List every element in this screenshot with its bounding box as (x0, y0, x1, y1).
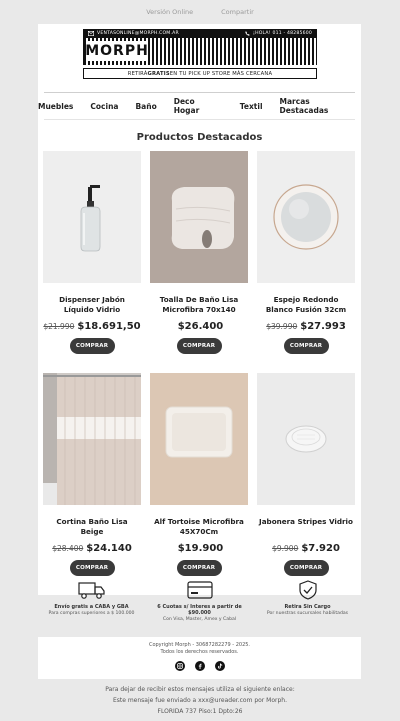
tiktok-icon[interactable] (214, 661, 225, 671)
product-image[interactable] (150, 373, 248, 505)
footer: Copyright Morph - 30687282279 - 2025. To… (38, 637, 361, 679)
facebook-icon[interactable] (194, 661, 205, 671)
contact-phone[interactable]: ¡HOLA! 011 - 48285600 (253, 31, 312, 36)
nav-muebles[interactable]: Muebles (38, 102, 73, 111)
product-image[interactable] (257, 151, 355, 283)
nav-deco-hogar[interactable]: Deco Hogar (174, 97, 223, 115)
product-name[interactable]: Jabonera Stripes Vidrio (259, 517, 353, 537)
benefit-title: Retira Sin Cargo (284, 604, 331, 610)
web-version-link[interactable]: Versión Online (146, 8, 193, 16)
pickup-text-pre: RETIRÁ (127, 70, 148, 77)
soap-dish-icon (285, 425, 327, 453)
product-card: Espejo Redondo Blanco Fusión 32cm $39.99… (257, 151, 355, 373)
product-grid: Dispenser Jabón Líquido Vidrio $21.990 $… (38, 151, 361, 595)
buy-button[interactable]: COMPRAR (69, 338, 115, 354)
logo-stripes: MORPH (83, 38, 317, 65)
contact-email[interactable]: VENTASONLINE@MORPH.COM.AR (97, 31, 179, 36)
product-image[interactable] (43, 151, 141, 283)
product-card: Alf Tortoise Microfibra 45X70Cm $19.900 … (150, 373, 248, 595)
address-line: FLORIDA 737 Piso:1 Dpto:26 (157, 708, 243, 715)
current-price: $24.140 (86, 543, 132, 554)
rights-line: Todos los derechos reservados. (160, 649, 239, 655)
benefit-pickup: Retira Sin Cargo Por nuestras sucursales… (254, 580, 361, 636)
share-link[interactable]: Compartir (221, 8, 254, 16)
divider (44, 119, 355, 120)
benefit-title: 6 Cuotas s/ Interes a partir de $90.000 (157, 604, 242, 616)
phone-icon (245, 31, 250, 36)
mail-icon (88, 31, 94, 36)
header: VENTASONLINE@MORPH.COM.AR ¡HOLA! 011 - 4… (38, 24, 361, 82)
shield-check-icon (298, 580, 317, 600)
product-image[interactable] (43, 373, 141, 505)
unsubscribe-notice: Para dejar de recibir estos mensajes uti… (0, 684, 400, 717)
section-title: Productos Destacados (136, 132, 263, 143)
product-prices: $19.900 (175, 543, 224, 554)
email-body: VENTASONLINE@MORPH.COM.AR ¡HOLA! 011 - 4… (38, 24, 361, 595)
product-prices: $9.900 $7.920 (272, 543, 340, 554)
benefit-subtitle: Para compras superiores a $ 100.000 (48, 611, 135, 616)
pickup-text-post: EN TU PICK UP STORE MÁS CERCANA (169, 70, 273, 77)
towel-icon (171, 187, 235, 249)
benefit-subtitle: Por nuestras sucursales habilitadas (266, 611, 349, 616)
contact-bar: VENTASONLINE@MORPH.COM.AR ¡HOLA! 011 - 4… (83, 29, 317, 38)
product-name[interactable]: Espejo Redondo Blanco Fusión 32cm (259, 295, 353, 315)
nav-marcas-destacadas[interactable]: Marcas Destacadas (280, 97, 361, 115)
nav-bano[interactable]: Baño (135, 102, 156, 111)
shower-curtain-icon (43, 373, 141, 505)
instagram-icon[interactable] (174, 661, 185, 671)
top-links: Versión Online Compartir (0, 0, 400, 24)
mirror-icon (273, 184, 339, 250)
soap-dispenser-icon (80, 185, 101, 252)
product-card: Jabonera Stripes Vidrio $9.900 $7.920 CO… (257, 373, 355, 595)
product-prices: $28.400 $24.140 (52, 543, 132, 554)
old-price: $28.400 (52, 544, 84, 553)
product-prices: $21.990 $18.691,50 (43, 321, 140, 332)
pickup-banner[interactable]: RETIRÁ GRATIS EN TU PICK UP STORE MÁS CE… (83, 68, 317, 79)
benefit-shipping: Envío gratis a CABA y GBA Para compras s… (38, 580, 145, 636)
buy-button[interactable]: COMPRAR (283, 338, 329, 354)
copyright: Copyright Morph - 30687282279 - 2025. To… (38, 642, 361, 656)
brand-banner[interactable]: VENTASONLINE@MORPH.COM.AR ¡HOLA! 011 - 4… (83, 29, 317, 66)
current-price: $27.993 (300, 321, 346, 332)
truck-icon (77, 582, 105, 599)
old-price: $21.990 (43, 322, 75, 331)
product-name[interactable]: Dispenser Jabón Líquido Vidrio (45, 295, 139, 315)
product-name[interactable]: Cortina Baño Lisa Beige (45, 517, 139, 537)
bath-mat-icon (165, 406, 233, 458)
product-card: Dispenser Jabón Líquido Vidrio $21.990 $… (43, 151, 141, 373)
old-price: $39.990 (266, 322, 298, 331)
buy-button[interactable]: COMPRAR (283, 560, 329, 576)
unsubscribe-line[interactable]: Para dejar de recibir estos mensajes uti… (0, 684, 400, 695)
current-price: $18.691,50 (77, 321, 141, 332)
benefit-installments: 6 Cuotas s/ Interes a partir de $90.000 … (146, 580, 253, 636)
product-card: Toalla De Baño Lisa Microfibra 70x140 $2… (150, 151, 248, 373)
social-links (38, 661, 361, 671)
product-name[interactable]: Alf Tortoise Microfibra 45X70Cm (152, 517, 246, 537)
current-price: $26.400 (177, 321, 224, 332)
benefit-title: Envío gratis a CABA y GBA (54, 604, 129, 610)
nav-cocina[interactable]: Cocina (90, 102, 118, 111)
buy-button[interactable]: COMPRAR (69, 560, 115, 576)
benefit-subtitle: Con Visa, Master, Amex y Cabal (162, 617, 237, 622)
copyright-line: Copyright Morph - 30687282279 - 2025. (148, 642, 251, 648)
buy-button[interactable]: COMPRAR (176, 338, 222, 354)
benefits-row: Envío gratis a CABA y GBA Para compras s… (38, 580, 361, 636)
product-prices: $39.990 $27.993 (266, 321, 346, 332)
current-price: $19.900 (177, 543, 224, 554)
old-price: $9.900 (272, 544, 299, 553)
product-image[interactable] (150, 151, 248, 283)
buy-button[interactable]: COMPRAR (176, 560, 222, 576)
current-price: $7.920 (301, 543, 340, 554)
product-name[interactable]: Toalla De Baño Lisa Microfibra 70x140 (152, 295, 246, 315)
category-nav: Muebles Cocina Baño Deco Hogar Textil Ma… (38, 93, 361, 119)
product-card: Cortina Baño Lisa Beige $28.400 $24.140 … (43, 373, 141, 595)
morph-logo[interactable]: MORPH (85, 41, 148, 61)
pickup-text-bold: GRATIS (147, 70, 170, 77)
nav-textil[interactable]: Textil (240, 102, 263, 111)
sent-to-line: Este mensaje fue enviado a xxx@ureader.c… (112, 697, 288, 704)
product-image[interactable] (257, 373, 355, 505)
credit-card-icon (186, 581, 213, 599)
product-prices: $26.400 (175, 321, 224, 332)
